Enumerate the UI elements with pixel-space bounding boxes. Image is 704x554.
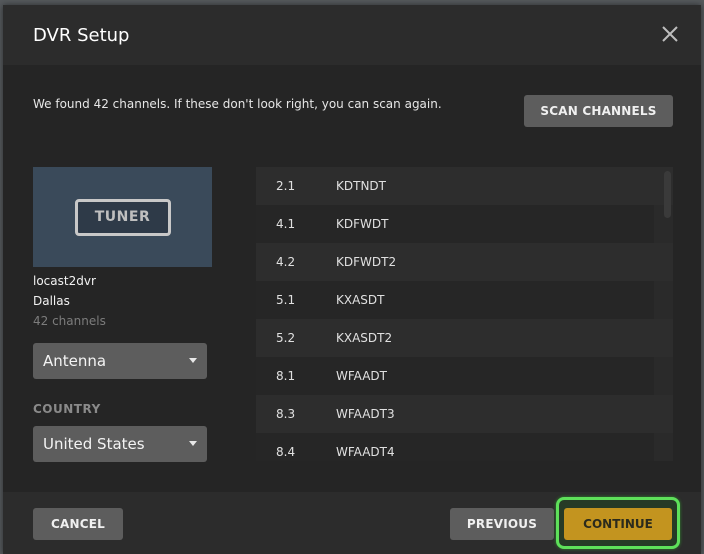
close-icon [662, 26, 678, 42]
scan-channels-button[interactable]: SCAN CHANNELS [524, 95, 673, 127]
close-button[interactable] [659, 23, 681, 45]
country-label: COUNTRY [33, 402, 101, 416]
dialog-header: DVR Setup [3, 5, 701, 65]
channel-callsign: WFAADT4 [336, 445, 395, 459]
device-city: Dallas [33, 294, 70, 308]
tuner-badge: TUNER [74, 198, 171, 236]
chevron-down-icon [189, 441, 197, 446]
channel-row[interactable]: 4.1 KDFWDT [256, 205, 654, 243]
channel-row[interactable]: 8.4 WFAADT4 [256, 433, 654, 461]
channel-callsign: KDFWDT2 [336, 255, 397, 269]
channel-callsign: KXASDT [336, 293, 385, 307]
channel-row[interactable]: 8.1 WFAADT [256, 357, 654, 395]
channel-callsign: KDFWDT [336, 217, 389, 231]
cancel-button[interactable]: CANCEL [33, 508, 123, 540]
channel-number: 4.1 [276, 217, 296, 231]
channel-number: 4.2 [276, 255, 296, 269]
channel-callsign: KDTNDT [336, 179, 386, 193]
dialog-body: We found 42 channels. If these don't loo… [3, 65, 701, 492]
channel-row[interactable]: 8.3 WFAADT3 [256, 395, 673, 433]
dialog-footer: CANCEL PREVIOUS CONTINUE [3, 492, 701, 554]
channel-callsign: WFAADT [336, 369, 387, 383]
continue-focus-ring: CONTINUE [556, 497, 680, 549]
channel-number: 2.1 [276, 179, 296, 193]
channel-row[interactable]: 5.2 KXASDT2 [256, 319, 673, 357]
country-select-value: United States [43, 435, 145, 453]
chevron-down-icon [189, 358, 197, 363]
channel-number: 5.2 [276, 331, 296, 345]
channel-number: 8.4 [276, 445, 296, 459]
tuner-card: TUNER [33, 167, 212, 267]
device-name: locast2dvr [33, 274, 96, 288]
continue-button[interactable]: CONTINUE [564, 508, 672, 540]
channel-row[interactable]: 5.1 KXASDT [256, 281, 654, 319]
found-channels-message: We found 42 channels. If these don't loo… [33, 97, 442, 111]
channel-number: 8.3 [276, 407, 296, 421]
device-channel-count: 42 channels [33, 314, 106, 328]
source-select-value: Antenna [43, 352, 107, 370]
channel-row[interactable]: 4.2 KDFWDT2 [256, 243, 673, 281]
channel-list-scrollbar[interactable] [664, 171, 671, 218]
dialog-title: DVR Setup [33, 24, 130, 46]
channel-list[interactable]: 2.1 KDTNDT 4.1 KDFWDT 4.2 KDFWDT2 5.1 KX… [256, 167, 673, 461]
previous-button[interactable]: PREVIOUS [450, 508, 554, 540]
channel-number: 5.1 [276, 293, 296, 307]
country-select[interactable]: United States [33, 426, 207, 462]
channel-callsign: WFAADT3 [336, 407, 395, 421]
channel-row[interactable]: 2.1 KDTNDT [256, 167, 673, 205]
channel-callsign: KXASDT2 [336, 331, 393, 345]
source-select[interactable]: Antenna [33, 343, 207, 379]
dvr-setup-dialog: DVR Setup We found 42 channels. If these… [3, 5, 701, 554]
channel-number: 8.1 [276, 369, 296, 383]
